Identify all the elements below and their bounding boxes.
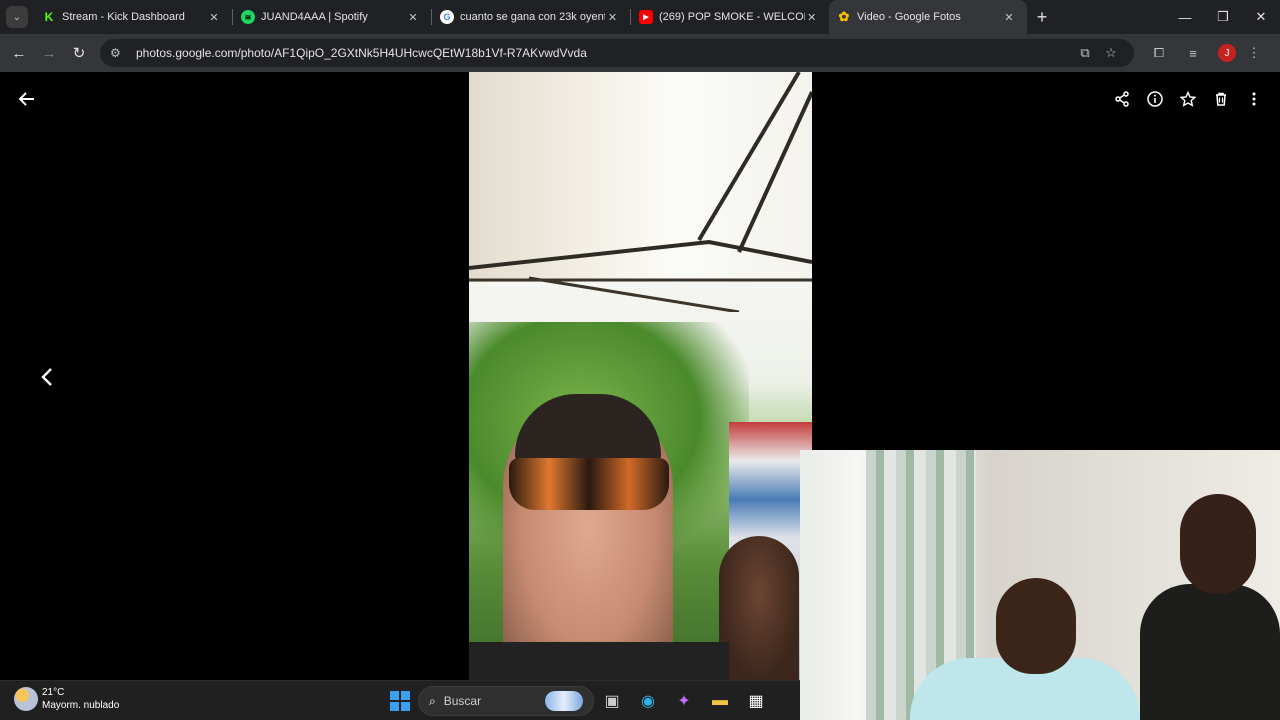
google-icon: G (440, 10, 454, 24)
bookmark-star-icon[interactable]: ☆ (1098, 45, 1124, 61)
person-shirt (469, 642, 729, 680)
chevron-down-icon: ⌄ (6, 6, 28, 28)
webcam-person-left (910, 578, 1140, 720)
tab-title: Video - Google Fotos (857, 11, 961, 23)
viewer-actions (1105, 86, 1270, 112)
video-frame[interactable] (469, 72, 812, 680)
restore-icon[interactable]: ❐ (1204, 0, 1242, 34)
tent-pole (469, 276, 812, 312)
tab-spotify[interactable]: ≋ JUAND4AAA | Spotify ✕ (233, 0, 431, 34)
tab-google-photos[interactable]: ✿ Video - Google Fotos ✕ (829, 0, 1027, 34)
forward-icon[interactable]: → (34, 38, 64, 68)
site-info-icon[interactable]: ⚙ (110, 46, 128, 60)
person-head (996, 578, 1076, 674)
windows-taskbar: 21°C Mayorm. nublado ⌕ Buscar ▣ ◉ ✦ ▬ ▦ (0, 680, 800, 720)
close-icon[interactable]: ✕ (1001, 11, 1017, 24)
edge-icon[interactable]: ◉ (630, 685, 666, 717)
close-window-icon[interactable]: ✕ (1242, 0, 1280, 34)
tab-title: (269) POP SMOKE - WELCOME (659, 11, 805, 23)
task-view-icon[interactable]: ▣ (594, 685, 630, 717)
open-in-app-icon[interactable]: ⧉ (1072, 45, 1098, 61)
extensions-icon[interactable]: ⧠ (1142, 45, 1176, 61)
tab-title: Stream - Kick Dashboard (62, 11, 185, 23)
tab-title: JUAND4AAA | Spotify (261, 11, 368, 23)
tab-youtube[interactable]: ▶ (269) POP SMOKE - WELCOME ✕ (631, 0, 829, 34)
minimize-icon[interactable]: — (1166, 0, 1204, 34)
more-options-icon[interactable] (1237, 86, 1270, 112)
close-icon[interactable]: ✕ (206, 11, 222, 24)
kick-icon: K (44, 10, 54, 24)
google-photos-icon: ✿ (838, 9, 850, 24)
windows-start-icon[interactable] (386, 687, 414, 715)
search-icon: ⌕ (429, 693, 436, 708)
partly-cloudy-icon (14, 687, 38, 711)
reload-icon[interactable]: ↻ (64, 38, 94, 68)
close-icon[interactable]: ✕ (405, 11, 421, 24)
tab-google-search[interactable]: G cuanto se gana con 23k oyente ✕ (432, 0, 630, 34)
arrow-back-icon[interactable] (14, 86, 40, 112)
close-icon[interactable]: ✕ (605, 11, 620, 24)
microsoft-store-icon[interactable]: ▦ (738, 685, 774, 717)
person-head (1180, 494, 1256, 594)
temperature: 21°C (42, 687, 65, 698)
toolbar-right: ⧠ ≡ J ⋮ (1142, 44, 1264, 62)
tab-title: cuanto se gana con 23k oyente (460, 11, 605, 23)
new-tab-button[interactable]: + (1027, 7, 1057, 28)
weather-widget[interactable]: 21°C Mayorm. nublado (14, 686, 119, 712)
address-bar[interactable]: ⚙ photos.google.com/photo/AF1QipO_2GXtNk… (100, 39, 1134, 67)
webcam-person-right (1140, 494, 1280, 720)
previous-photo-icon[interactable] (34, 362, 60, 392)
share-icon[interactable] (1105, 86, 1138, 112)
media-controls-icon[interactable]: ≡ (1176, 46, 1210, 61)
url-text[interactable]: photos.google.com/photo/AF1QipO_2GXtNk5H… (136, 46, 1072, 60)
search-highlight-art (545, 691, 583, 711)
info-icon[interactable] (1138, 86, 1171, 112)
youtube-icon: ▶ (639, 10, 653, 24)
weather-text: 21°C Mayorm. nublado (42, 686, 119, 712)
close-icon[interactable]: ✕ (805, 11, 819, 24)
delete-icon[interactable] (1204, 86, 1237, 112)
taskbar-apps: ⌕ Buscar ▣ ◉ ✦ ▬ ▦ (386, 685, 774, 717)
tab-search-button[interactable]: ⌄ (0, 0, 34, 34)
file-explorer-icon[interactable]: ▬ (702, 685, 738, 717)
weather-condition: Mayorm. nublado (42, 700, 120, 711)
back-icon[interactable]: ← (4, 38, 34, 68)
browser-menu-icon[interactable]: ⋮ (1244, 45, 1264, 61)
taskbar-search[interactable]: ⌕ Buscar (418, 686, 594, 716)
person-background (719, 536, 799, 680)
window-controls: — ❐ ✕ (1166, 0, 1280, 34)
favorite-icon[interactable] (1171, 86, 1204, 112)
tent-frame (469, 72, 812, 270)
tab-strip: ⌄ K Stream - Kick Dashboard ✕ ≋ JUAND4AA… (0, 0, 1280, 34)
profile-avatar[interactable]: J (1218, 44, 1236, 62)
search-placeholder: Buscar (443, 694, 482, 708)
browser-toolbar: ← → ↻ ⚙ photos.google.com/photo/AF1QipO_… (0, 34, 1280, 72)
sunglasses (509, 458, 669, 510)
tab-kick-dashboard[interactable]: K Stream - Kick Dashboard ✕ (34, 0, 232, 34)
person-jersey (1140, 584, 1280, 720)
copilot-icon[interactable]: ✦ (666, 685, 702, 717)
webcam-overlay (800, 450, 1280, 720)
spotify-icon: ≋ (241, 10, 255, 24)
